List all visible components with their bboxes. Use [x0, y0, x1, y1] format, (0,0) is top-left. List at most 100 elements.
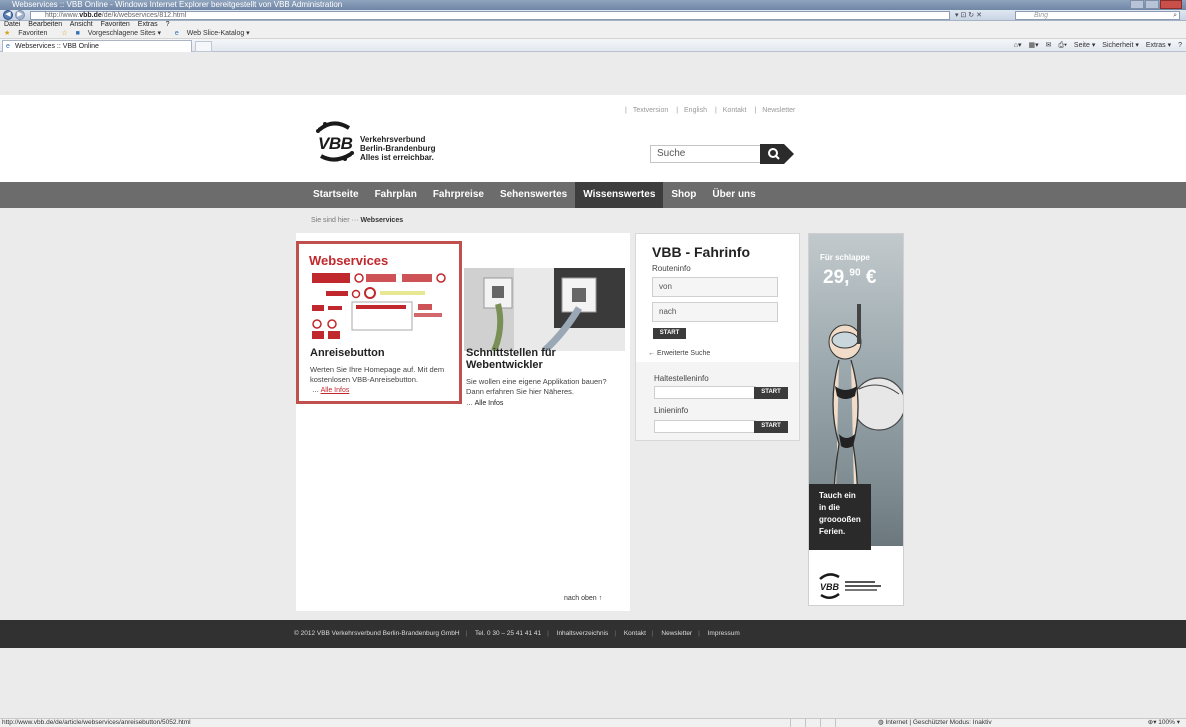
stop-start-button[interactable]: START: [754, 387, 788, 399]
tab-title: Webservices :: VBB Online: [15, 43, 99, 50]
help-icon[interactable]: ?: [1178, 42, 1182, 49]
web-slice-label: Web Slice-Katalog ▾: [186, 30, 250, 37]
footer-link-inhaltsverzeichnis[interactable]: Inhaltsverzeichnis: [557, 630, 609, 637]
address-actions: ▾ ⊡ ↻ ✕: [955, 11, 982, 19]
fahrinfo-widget: VBB - Fahrinfo Routeninfo von nach START…: [635, 233, 800, 441]
tab-webservices[interactable]: e Webservices :: VBB Online: [2, 40, 192, 52]
page-title: Webservices: [309, 253, 389, 268]
back-arrow-icon[interactable]: ◀: [3, 10, 13, 20]
footer-copyright: © 2012 VBB Verkehrsverbund Berlin-Brande…: [294, 630, 460, 637]
add-favorite-icon[interactable]: ☆: [61, 30, 67, 37]
tab-bar: e Webservices :: VBB Online ⌂▾ ▦▾ ✉ ⎙▾ S…: [0, 39, 1186, 52]
back-to-top-link[interactable]: nach oben ↑: [564, 595, 602, 602]
tools-menu[interactable]: Extras ▾: [1146, 42, 1171, 49]
web-slice-link[interactable]: e Web Slice-Katalog ▾: [175, 30, 256, 37]
from-input[interactable]: von: [652, 277, 778, 297]
globe-icon: ◍: [878, 719, 884, 726]
ad-price-decimals: 90: [849, 267, 861, 279]
suggested-sites-label: Vorgeschlagene Sites ▾: [87, 30, 161, 37]
safety-menu[interactable]: Sicherheit ▾: [1102, 42, 1139, 49]
line-start-button[interactable]: START: [754, 421, 788, 433]
to-input[interactable]: nach: [652, 302, 778, 322]
zoom-control[interactable]: ⊕▾ 100% ▾: [1148, 719, 1180, 727]
url-domain: vbb.de: [79, 12, 102, 19]
logo-line-1: Verkehrsverbund: [360, 135, 426, 144]
ad-headline: Für schlappe: [820, 253, 870, 262]
vbb-logo[interactable]: VBB Verkehrsverbund Berlin-Brandenburg A…: [315, 118, 475, 168]
page-menu[interactable]: Seite ▾: [1074, 42, 1095, 49]
browser-search-input[interactable]: Bing ⌕: [1015, 11, 1180, 20]
menu-file[interactable]: Datei: [4, 21, 20, 28]
ad-slogan-line-3: grooooßen: [819, 515, 861, 524]
close-window-button[interactable]: [1160, 0, 1182, 9]
nav-sehenswertes[interactable]: Sehenswertes: [492, 182, 575, 208]
url-input[interactable]: http://www.vbb.de/de/k/webservices/812.h…: [30, 11, 950, 20]
separator: |: [754, 107, 757, 114]
search-icon[interactable]: [760, 144, 794, 164]
fahrinfo-title: VBB - Fahrinfo: [652, 244, 750, 260]
footer-link-impressum[interactable]: Impressum: [708, 630, 740, 637]
security-zone[interactable]: ◍ Internet | Geschützter Modus: Inaktiv: [878, 719, 992, 727]
zoom-icon: ⊕▾: [1147, 719, 1157, 726]
maximize-button[interactable]: [1145, 0, 1159, 9]
menu-view[interactable]: Ansicht: [70, 21, 93, 28]
schnittstellen-heading[interactable]: Schnittstellen für Webentwickler: [466, 347, 626, 371]
nav-fahrplan[interactable]: Fahrplan: [367, 182, 425, 208]
forward-arrow-icon[interactable]: ▶: [15, 10, 25, 20]
print-icon[interactable]: ⎙▾: [1058, 42, 1067, 49]
mail-icon[interactable]: ✉: [1046, 42, 1052, 49]
refresh-icon[interactable]: ↻: [968, 12, 974, 19]
link-textversion[interactable]: Textversion: [633, 107, 668, 114]
feeds-icon[interactable]: ▦▾: [1029, 42, 1039, 49]
service-links: | Textversion | English | Kontakt | Newslett…: [622, 107, 798, 114]
ie-page-icon: e: [6, 43, 10, 50]
search-icon[interactable]: ⌕: [1173, 12, 1177, 19]
stop-icon[interactable]: ✕: [976, 12, 982, 19]
link-english[interactable]: English: [684, 107, 707, 114]
breadcrumb-current[interactable]: Webservices: [360, 217, 403, 224]
nav-startseite[interactable]: Startseite: [305, 182, 367, 208]
linieninfo-label: Linieninfo: [654, 406, 689, 415]
stop-input[interactable]: [654, 386, 756, 399]
favorites-button[interactable]: ★ Favoriten: [4, 30, 53, 37]
footer-link-newsletter[interactable]: Newsletter: [661, 630, 692, 637]
advanced-search-link[interactable]: ← Erweiterte Suche: [648, 350, 710, 357]
footer-separator: |: [465, 630, 468, 637]
menu-bar: Datei Bearbeiten Ansicht Favoriten Extra…: [0, 21, 1186, 29]
menu-edit[interactable]: Bearbeiten: [28, 21, 62, 28]
anreisebutton-preview-image[interactable]: [308, 269, 453, 349]
nav-wissenswertes[interactable]: Wissenswertes: [575, 182, 664, 208]
footer-separator: |: [614, 630, 617, 637]
window-titlebar: Webservices :: VBB Online - Windows Inte…: [0, 0, 1186, 10]
footer-separator: |: [547, 630, 549, 637]
url-path: /de/k/webservices/812.html: [101, 12, 187, 19]
nav-ueber-uns[interactable]: Über uns: [704, 182, 763, 208]
footer-link-kontakt[interactable]: Kontakt: [624, 630, 646, 637]
separator: |: [714, 107, 717, 114]
summer-ticket-ad[interactable]: Für schlappe 29,90 € Tauch ein in die gr…: [808, 233, 904, 606]
route-start-button[interactable]: START: [653, 328, 686, 339]
site-search-input[interactable]: Suche: [650, 145, 770, 163]
ad-vbb-logo: VBB: [819, 573, 881, 599]
new-tab-button[interactable]: [195, 41, 212, 52]
nav-fahrpreise[interactable]: Fahrpreise: [425, 182, 492, 208]
link-newsletter[interactable]: Newsletter: [762, 107, 795, 114]
home-icon[interactable]: ⌂▾: [1014, 42, 1022, 49]
link-kontakt[interactable]: Kontakt: [723, 107, 747, 114]
anreisebutton-heading[interactable]: Anreisebutton: [310, 347, 385, 359]
line-input[interactable]: [654, 420, 756, 433]
schnittstellen-link[interactable]: … Alle Infos: [466, 400, 503, 407]
anreisebutton-link[interactable]: … Alle Infos: [312, 387, 349, 394]
nav-shop[interactable]: Shop: [663, 182, 704, 208]
menu-favorites[interactable]: Favoriten: [101, 21, 130, 28]
minimize-button[interactable]: [1130, 0, 1144, 9]
menu-tools[interactable]: Extras: [138, 21, 158, 28]
menu-help[interactable]: ?: [166, 21, 170, 28]
status-bar: http://www.vbb.de/de/article/webservices…: [0, 718, 1186, 727]
compat-view-icon[interactable]: ▾ ⊡: [955, 12, 966, 19]
suggested-sites-link[interactable]: ■ Vorgeschlagene Sites ▾: [76, 30, 167, 37]
command-bar: ⌂▾ ▦▾ ✉ ⎙▾ Seite ▾ Sicherheit ▾ Extras ▾…: [1009, 40, 1182, 51]
status-divider: [820, 719, 821, 727]
webentwickler-image[interactable]: [464, 268, 625, 351]
favorites-label: Favoriten: [18, 30, 48, 37]
